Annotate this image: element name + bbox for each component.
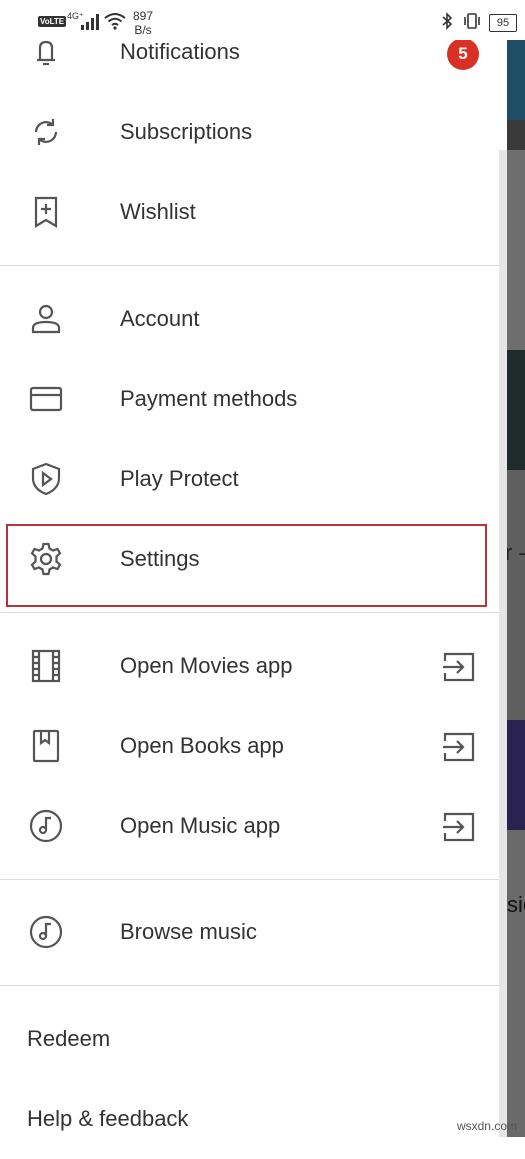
menu-item-wishlist[interactable]: Wishlist: [0, 172, 499, 252]
sync-icon: [28, 114, 64, 150]
battery-level: 95: [489, 14, 517, 32]
divider: [0, 985, 499, 986]
menu-item-open-music[interactable]: Open Music app: [0, 786, 499, 866]
signal-icon: [81, 14, 99, 30]
wifi-icon: [104, 13, 126, 30]
background-card: [507, 150, 525, 350]
speed-value: 897: [133, 9, 154, 23]
menu-item-redeem[interactable]: Redeem: [0, 999, 499, 1079]
vibrate-icon: [464, 13, 480, 29]
scrollbar[interactable]: [499, 150, 507, 1137]
status-bar: VoLTE 4G⁺ 897 B/s 95: [0, 0, 525, 40]
music-note-circle-icon: [28, 914, 64, 950]
background-card: [507, 470, 525, 720]
watermark: wsxdn.com: [456, 1119, 517, 1133]
menu-item-label: Account: [120, 306, 200, 331]
music-note-circle-icon: [28, 808, 64, 844]
menu-item-label: Open Books app: [120, 733, 284, 758]
speed-unit: B/s: [134, 23, 152, 37]
open-external-icon[interactable]: [441, 730, 477, 764]
menu-item-label: Open Music app: [120, 813, 281, 838]
open-external-icon[interactable]: [441, 650, 477, 684]
volte-indicator: VoLTE: [38, 16, 67, 27]
menu-item-payment-methods[interactable]: Payment methods: [0, 359, 499, 439]
open-external-icon[interactable]: [441, 810, 477, 844]
menu-item-label: Browse music: [120, 919, 257, 944]
menu-item-account[interactable]: Account: [0, 279, 499, 359]
credit-card-icon: [28, 381, 64, 417]
divider: [0, 879, 499, 880]
book-icon: [28, 728, 64, 764]
notification-count-badge: 5: [447, 38, 479, 70]
menu-item-label: Open Movies app: [120, 653, 293, 678]
menu-item-open-movies[interactable]: Open Movies app: [0, 626, 499, 706]
film-icon: [28, 648, 64, 684]
menu-item-label: Payment methods: [120, 386, 298, 411]
divider: [0, 612, 499, 613]
menu-item-label: Redeem: [27, 1026, 111, 1051]
background-banner: [507, 720, 525, 830]
bluetooth-icon: [442, 12, 453, 30]
background-text: sic: [507, 892, 525, 917]
menu-item-subscriptions[interactable]: Subscriptions: [0, 92, 499, 172]
menu-item-help-feedback[interactable]: Help & feedback: [0, 1079, 499, 1159]
menu-item-play-protect[interactable]: Play Protect: [0, 439, 499, 519]
settings-highlight-box: [6, 524, 487, 607]
bookmark-add-icon: [28, 194, 64, 230]
background-banner: [507, 350, 525, 470]
shield-play-icon: [28, 461, 64, 497]
menu-item-label: Help & feedback: [27, 1106, 189, 1131]
menu-item-browse-music[interactable]: Browse music: [0, 892, 499, 972]
divider: [0, 265, 499, 266]
background-card: [507, 830, 525, 1137]
menu-item-label: Wishlist: [120, 199, 196, 224]
background-thumbnail: [507, 40, 525, 120]
menu-item-label: Play Protect: [120, 466, 239, 491]
navigation-drawer: Notifications 5 Subscriptions Wishlist A…: [0, 0, 507, 1137]
menu-item-label: Subscriptions: [120, 119, 253, 144]
network-speed: 897 B/s: [133, 9, 153, 37]
menu-item-open-books[interactable]: Open Books app: [0, 706, 499, 786]
person-icon: [28, 301, 64, 337]
background-text: r - sca: [505, 540, 525, 565]
